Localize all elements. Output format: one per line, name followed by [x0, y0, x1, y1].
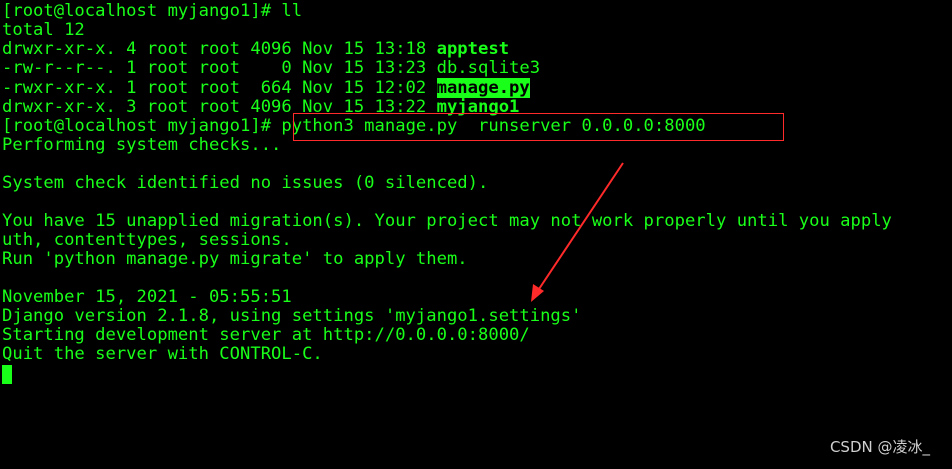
arrow-head [531, 284, 544, 302]
terminal-line: [root@localhost myjango1]# ll [2, 1, 303, 21]
terminal-window[interactable]: [root@localhost myjango1]# ll total 12 d… [0, 0, 952, 469]
terminal-line: System check identified no issues (0 sil… [2, 173, 489, 193]
terminal-line: Run 'python manage.py migrate' to apply … [2, 249, 468, 269]
terminal-cursor [2, 365, 12, 384]
terminal-line: Quit the server with CONTROL-C. [2, 344, 323, 364]
terminal-line: -rwxr-xr-x. 1 root root 664 Nov 15 12:02… [2, 78, 530, 98]
command-highlight-box [293, 113, 784, 141]
terminal-line: Django version 2.1.8, using settings 'my… [2, 306, 582, 326]
listing-file-manage-py: manage.py [436, 78, 530, 98]
listing-dir-apptest: apptest [436, 39, 510, 59]
terminal-line: total 12 [2, 20, 85, 40]
terminal-line: November 15, 2021 - 05:55:51 [2, 287, 292, 307]
listing-meta: -rwxr-xr-x. 1 root root 664 Nov 15 12:02 [2, 78, 437, 98]
terminal-line: Starting development server at http://0.… [2, 325, 530, 345]
terminal-line: You have 15 unapplied migration(s). Your… [2, 211, 892, 231]
terminal-line: drwxr-xr-x. 4 root root 4096 Nov 15 13:1… [2, 40, 509, 59]
terminal-line: Performing system checks... [2, 135, 282, 155]
terminal-line: -rw-r--r--. 1 root root 0 Nov 15 13:23 d… [2, 58, 541, 78]
watermark: CSDN @凌冰_ [829, 438, 930, 456]
listing-meta: drwxr-xr-x. 4 root root 4096 Nov 15 13:1… [2, 39, 437, 59]
shell-prompt: [root@localhost myjango1]# [2, 116, 282, 136]
terminal-line: uth, contenttypes, sessions. [2, 230, 292, 250]
